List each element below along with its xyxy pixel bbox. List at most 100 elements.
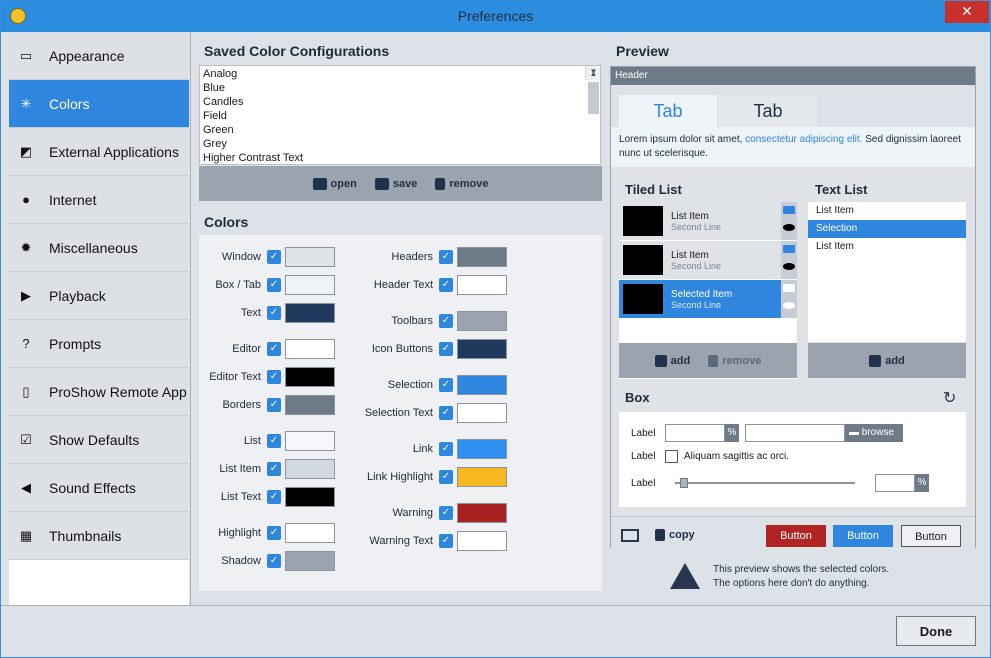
sidebar-item-sound-effects[interactable]: ◀ Sound Effects (9, 464, 189, 512)
link-checkbox[interactable]: ✓ (439, 442, 453, 456)
tiled-list-item[interactable]: List Item Second Line (619, 202, 797, 240)
selection-swatch[interactable] (457, 375, 507, 395)
reset-icon[interactable]: ↻ (943, 388, 956, 408)
red-button[interactable]: Button (766, 525, 826, 547)
warning-text-checkbox[interactable]: ✓ (439, 534, 453, 548)
sidebar-item-show-defaults[interactable]: ☑ Show Defaults (9, 416, 189, 464)
list-item[interactable]: Grey (203, 137, 597, 151)
comment-icon[interactable] (783, 206, 795, 214)
editor-text-swatch[interactable] (285, 367, 335, 387)
list-item[interactable]: Blue (203, 81, 597, 95)
eye-icon[interactable] (783, 302, 795, 309)
list-text-checkbox[interactable]: ✓ (267, 490, 281, 504)
list-item[interactable]: Field (203, 109, 597, 123)
window-swatch[interactable] (285, 247, 335, 267)
text-add-button[interactable]: add (869, 354, 905, 367)
text-list-item-selected[interactable]: Selection (808, 220, 966, 238)
link-swatch[interactable] (457, 439, 507, 459)
borders-checkbox[interactable]: ✓ (267, 398, 281, 412)
window-checkbox[interactable]: ✓ (267, 250, 281, 264)
sidebar-item-internet[interactable]: ● Internet (9, 176, 189, 224)
slider-thumb[interactable] (680, 478, 689, 488)
highlight-checkbox[interactable]: ✓ (267, 526, 281, 540)
shadow-swatch[interactable] (285, 551, 335, 571)
selection-text-checkbox[interactable]: ✓ (439, 406, 453, 420)
lorem-link[interactable]: consectetur adipiscing elit. (745, 134, 862, 145)
warning-text-swatch[interactable] (457, 531, 507, 551)
blue-button[interactable]: Button (833, 525, 893, 547)
editor-swatch[interactable] (285, 339, 335, 359)
window-icon[interactable] (621, 529, 639, 542)
warning-swatch[interactable] (457, 503, 507, 523)
box-tab-checkbox[interactable]: ✓ (267, 278, 281, 292)
copy-button[interactable]: copy (655, 529, 695, 541)
highlight-swatch[interactable] (285, 523, 335, 543)
selection-checkbox[interactable]: ✓ (439, 378, 453, 392)
sidebar-item-playback[interactable]: ▶ Playback (9, 272, 189, 320)
eye-icon[interactable] (783, 224, 795, 231)
list-text-swatch[interactable] (285, 487, 335, 507)
tiled-list-item[interactable]: List Item Second Line (619, 241, 797, 279)
list-item[interactable]: Green (203, 123, 597, 137)
plain-button[interactable]: Button (901, 525, 961, 547)
add-button[interactable]: add (654, 354, 690, 367)
comment-icon[interactable] (783, 245, 795, 253)
percent-input[interactable] (665, 424, 725, 442)
editor-text-checkbox[interactable]: ✓ (267, 370, 281, 384)
text-swatch[interactable] (285, 303, 335, 323)
list-item-checkbox[interactable]: ✓ (267, 462, 281, 476)
tab-active[interactable]: Tab (619, 95, 717, 127)
save-button[interactable]: save (374, 177, 417, 190)
slider-value-input[interactable] (875, 474, 915, 492)
headers-checkbox[interactable]: ✓ (439, 250, 453, 264)
sidebar-item-external-applications[interactable]: ◩ External Applications (9, 128, 189, 176)
icon-buttons-swatch[interactable] (457, 339, 507, 359)
scroll-down-icon[interactable]: ▼ (586, 66, 600, 79)
path-input[interactable] (745, 424, 845, 442)
comment-icon[interactable] (783, 284, 795, 292)
headers-swatch[interactable] (457, 247, 507, 267)
warning-checkbox[interactable]: ✓ (439, 506, 453, 520)
sample-slider[interactable] (665, 478, 865, 488)
list-item-swatch[interactable] (285, 459, 335, 479)
sidebar-item-proshow-remote-app[interactable]: ▯ ProShow Remote App (9, 368, 189, 416)
browse-button[interactable]: ▬ browse (845, 424, 903, 442)
scroll-thumb[interactable] (588, 82, 599, 114)
open-button[interactable]: open (312, 177, 357, 190)
shadow-checkbox[interactable]: ✓ (267, 554, 281, 568)
done-button[interactable]: Done (896, 616, 976, 646)
text-list-item[interactable]: List Item (808, 238, 966, 256)
link-highlight-swatch[interactable] (457, 467, 507, 487)
list-item[interactable]: Analog (203, 67, 597, 81)
tab-other[interactable]: Tab (719, 95, 817, 127)
list-item[interactable]: Candles (203, 95, 597, 109)
text-list-item[interactable]: List Item (808, 202, 966, 220)
list-item[interactable]: Higher Contrast Text (203, 151, 597, 164)
remove-item-button[interactable]: remove (708, 354, 761, 367)
editor-checkbox[interactable]: ✓ (267, 342, 281, 356)
remove-button[interactable]: remove (435, 177, 488, 190)
eye-icon[interactable] (783, 263, 795, 270)
close-button[interactable]: ✕ (945, 1, 989, 23)
sidebar-item-thumbnails[interactable]: ▦ Thumbnails (9, 512, 189, 560)
list-swatch[interactable] (285, 431, 335, 451)
sidebar-item-miscellaneous[interactable]: ✹ Miscellaneous (9, 224, 189, 272)
tiled-list-item-selected[interactable]: Selected Item Second Line (619, 280, 797, 318)
header-text-swatch[interactable] (457, 275, 507, 295)
list-scrollbar[interactable]: ▲ ▼ (585, 66, 600, 114)
sidebar-item-colors[interactable]: ✳ Colors (9, 80, 189, 128)
icon-buttons-checkbox[interactable]: ✓ (439, 342, 453, 356)
sidebar-item-appearance[interactable]: ▭ Appearance (9, 32, 189, 80)
box-tab-swatch[interactable] (285, 275, 335, 295)
saved-configs-list[interactable]: Analog Blue Candles Field Green Grey Hig… (199, 65, 601, 165)
sample-checkbox[interactable] (665, 450, 678, 463)
list-checkbox[interactable]: ✓ (267, 434, 281, 448)
borders-swatch[interactable] (285, 395, 335, 415)
link-highlight-checkbox[interactable]: ✓ (439, 470, 453, 484)
selection-text-swatch[interactable] (457, 403, 507, 423)
text-checkbox[interactable]: ✓ (267, 306, 281, 320)
toolbars-checkbox[interactable]: ✓ (439, 314, 453, 328)
sidebar-item-prompts[interactable]: ? Prompts (9, 320, 189, 368)
header-text-checkbox[interactable]: ✓ (439, 278, 453, 292)
toolbars-swatch[interactable] (457, 311, 507, 331)
